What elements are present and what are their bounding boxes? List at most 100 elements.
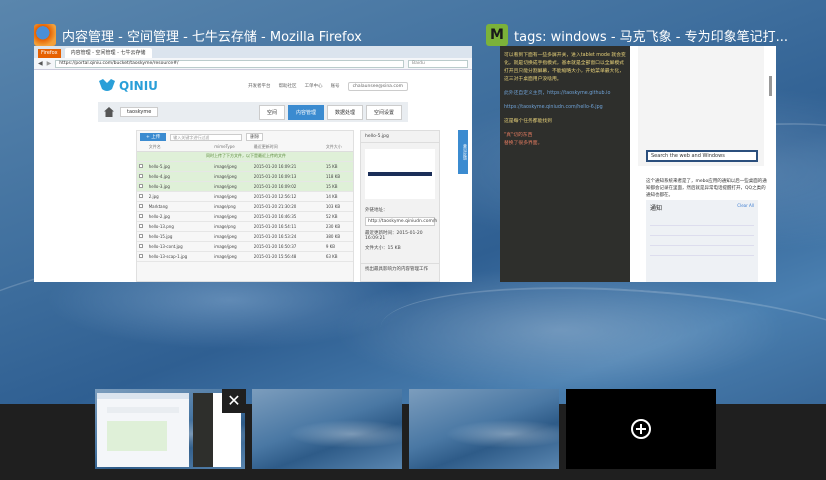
row-checkbox[interactable] [139, 253, 143, 258]
tab-content[interactable]: 内容管理 [287, 104, 324, 120]
table-row[interactable]: hello-2.jpg image/jpeg 2015-01-20 16:46:35… [137, 211, 353, 222]
row-checkbox[interactable] [139, 173, 143, 178]
tab-data-processing[interactable]: 数据处理 [326, 104, 363, 120]
table-row[interactable]: hello-13.png image/png 2015-01-20 16:54:11… [137, 221, 353, 232]
table-row[interactable]: 2.jpg image/jpeg 2015-01-20 12:56:12 14 KB [137, 191, 353, 202]
forward-icon[interactable]: ▶ [47, 60, 52, 67]
cell-size: 14 KB [323, 191, 353, 202]
row-checkbox[interactable] [139, 243, 143, 248]
qiniu-top-nav: 开发者平台 帮助社区 工单中心 账号 chalaunsee@sina.com [248, 81, 408, 91]
back-icon[interactable]: ◀ [38, 60, 43, 67]
desktop-thumbnail-2[interactable] [252, 389, 402, 469]
cell-time: 2015-01-20 16:50:37 [251, 241, 324, 252]
column-header[interactable]: 最近更新时间 [251, 143, 324, 152]
editor-paragraph: 可以看到下面有一些多屏开关，进入tablet mode 就会变化，就是切换成手指… [504, 53, 626, 82]
firefox-thumbnail[interactable]: Firefox 内容管理 - 空间管理 - 七牛云存储 ◀ ▶ https://… [34, 46, 472, 282]
row-checkbox[interactable] [139, 213, 143, 218]
markdown-editor[interactable]: 可以看到下面有一些多屏开关，进入tablet mode 就会变化，就是切换成手指… [500, 46, 630, 282]
row-checkbox[interactable] [139, 193, 143, 198]
desktop-thumbnail-3[interactable] [409, 389, 559, 469]
cell-time: 2015-01-20 16:53:24 [251, 231, 324, 242]
window-title: 内容管理 - 空间管理 - 七牛云存储 - Mozilla Firefox [62, 29, 362, 45]
row-checkbox[interactable] [139, 163, 143, 168]
table-row[interactable]: hello-15.jpg image/jpeg 2015-01-20 16:53:2… [137, 231, 353, 242]
file-list-panel: + 上传 输入关键字进行过滤 删除 文件名 mimeType 最近更新时间 文件… [136, 130, 354, 282]
cell-time: 2015-01-20 16:54:11 [251, 221, 324, 232]
browser-brand: Firefox [38, 49, 61, 58]
table-row[interactable]: hello-13-scap-1.jpg image/jpeg 2015-01-20 … [137, 251, 353, 262]
preview-pane: Search the web and Windows 这个通知系统来者是了，me… [630, 46, 776, 282]
tab-space-settings[interactable]: 空间设置 [365, 104, 402, 120]
qiniu-logo-icon [99, 79, 115, 91]
browser-search-field[interactable]: Baidu [408, 59, 468, 68]
clear-all-link: Clear All [737, 203, 754, 208]
preview-text: 这个通知系统来者是了，mebo应用的通知以后一些桌面的通知都会记录在里面，然后就… [646, 179, 767, 198]
nav-link[interactable]: 开发者平台 [248, 83, 271, 89]
account-email[interactable]: chalaunsee@sina.com [347, 81, 408, 91]
editor-link: https://taoskyme.qiniudn.com/hello-6.jpg [504, 105, 603, 110]
cell-type: image/jpeg [212, 211, 252, 222]
table-header-row: 文件名 mimeType 最近更新时间 文件大小 [137, 143, 353, 152]
url-field[interactable]: https://portal.qiniu.com/bucket/taoskyme… [55, 59, 404, 68]
table-row[interactable]: Marktang image/png 2015-01-20 21:30:20 103 … [137, 201, 353, 212]
table-row[interactable]: hello-3.jpg image/jpeg 2015-01-20 16:09:02… [137, 181, 353, 192]
cell-size: 15 KB [323, 181, 353, 192]
cell-name: hello-3.jpg [146, 181, 213, 192]
table-row[interactable]: hello-5.jpg image/jpeg 2015-01-20 16:09:21… [137, 161, 353, 172]
column-header [137, 143, 147, 152]
tab-space[interactable]: 空间 [258, 104, 285, 120]
nav-link[interactable]: 帮助社区 [279, 83, 297, 89]
close-desktop-button[interactable]: ✕ [222, 389, 246, 413]
detail-title: hello-5.jpg [361, 131, 439, 143]
column-header[interactable]: mimeType [212, 143, 252, 152]
cell-type: image/jpeg [212, 231, 252, 242]
detail-tip: 找出最具影响力的内容管理工作 [361, 263, 439, 274]
browser-tab-bar: Firefox 内容管理 - 空间管理 - 七牛云存储 [34, 46, 472, 58]
column-header[interactable]: 文件名 [146, 143, 213, 152]
cell-name: hello-13-scap-1.jpg [146, 251, 213, 262]
table-row[interactable]: hello-4.jpg image/jpeg 2015-01-20 16:09:13… [137, 171, 353, 182]
home-icon[interactable] [104, 107, 114, 117]
maxiang-thumbnail[interactable]: 可以看到下面有一些多屏开关，进入tablet mode 就会变化，就是切换成手指… [500, 46, 776, 282]
cell-type: image/jpeg [212, 171, 252, 182]
cell-size: 9 KB [323, 241, 353, 252]
qiniu-logo: QINIU [98, 79, 158, 93]
new-desktop-button[interactable] [566, 389, 716, 469]
cell-time: 2015-01-20 12:56:12 [251, 191, 324, 202]
bucket-select[interactable]: taoskyme [120, 107, 159, 117]
preview-image [638, 46, 764, 166]
cell-time: 2015-01-20 15:56:48 [251, 251, 324, 262]
cell-type: image/jpeg [212, 161, 252, 172]
table-note-row: 同时上传了下方文件，以下是最近上传的文件 [137, 151, 353, 162]
browser-tab[interactable]: 内容管理 - 空间管理 - 七牛云存储 [64, 48, 152, 58]
cell-time: 2015-01-20 16:46:35 [251, 211, 324, 222]
detail-link-field[interactable]: http://taoskyme.qiniudn.com/h [365, 217, 437, 226]
column-header[interactable]: 文件大小 [323, 143, 353, 152]
cell-name: hello-5.jpg [146, 161, 213, 172]
cell-type: image/jpeg [212, 181, 252, 192]
row-checkbox[interactable] [139, 203, 143, 208]
cell-time: 2015-01-20 16:09:02 [251, 181, 324, 192]
plus-icon [631, 419, 651, 439]
row-checkbox[interactable] [139, 223, 143, 228]
mini-firefox-window [97, 393, 189, 467]
notification-row [650, 236, 754, 246]
cell-name: hello-15.jpg [146, 231, 213, 242]
scrollbar[interactable] [769, 76, 772, 96]
search-box: Search the web and Windows [646, 150, 758, 162]
row-checkbox[interactable] [139, 233, 143, 238]
nav-link[interactable]: 工单中心 [305, 83, 323, 89]
cell-time: 2015-01-20 16:09:13 [251, 171, 324, 182]
row-checkbox[interactable] [139, 183, 143, 188]
file-table: 文件名 mimeType 最近更新时间 文件大小 同时上传了下方文件，以下是最近… [137, 143, 353, 262]
cell-type: image/jpeg [212, 251, 252, 262]
cell-name: hello-2.jpg [146, 211, 213, 222]
cell-name: Marktang [146, 201, 213, 212]
feedback-button[interactable]: 意见反馈 [458, 130, 468, 174]
delete-button[interactable]: 删除 [246, 133, 264, 141]
table-row[interactable]: hello-13-cont.jpg image/jpeg 2015-01-20 16… [137, 241, 353, 252]
nav-link[interactable]: 账号 [331, 83, 340, 89]
upload-button[interactable]: + 上传 [140, 133, 167, 141]
browser-url-bar: ◀ ▶ https://portal.qiniu.com/bucket/taos… [34, 58, 472, 70]
filter-input[interactable]: 输入关键字进行过滤 [170, 133, 243, 141]
